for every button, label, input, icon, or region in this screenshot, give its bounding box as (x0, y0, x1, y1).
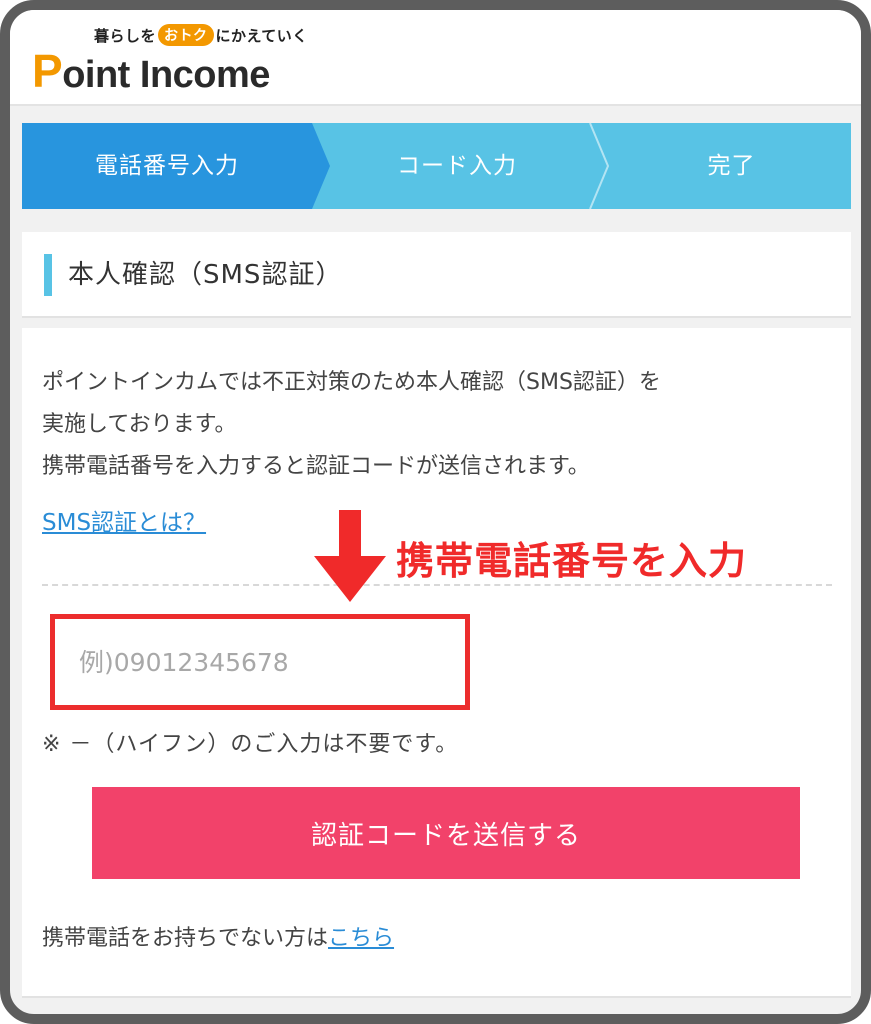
title-accent-bar (44, 254, 52, 296)
brand-rest: oint Income (62, 54, 270, 96)
site-header: 暮らしを おトク にかえていく Point Income (10, 10, 861, 106)
step-code-input: コード入力 (397, 153, 517, 179)
send-code-button[interactable]: 認証コードを送信する (92, 787, 800, 879)
progress-stepper: 電話番号入力 コード入力 完了 (22, 123, 851, 209)
description-line-3: 携帯電話番号を入力すると認証コードが送信されます。 (42, 454, 590, 479)
no-phone-text: 携帯電話をお持ちでない方はこちら (42, 920, 394, 952)
arrow-down-icon (314, 510, 386, 602)
point-income-logo[interactable]: 暮らしを おトク にかえていく Point Income (32, 24, 307, 98)
description-line-2: 実施しております。 (42, 412, 237, 437)
brand-name: Point Income (32, 44, 270, 98)
phone-number-input[interactable] (50, 614, 470, 710)
annotation-text: 携帯電話番号を入力 (396, 539, 748, 583)
tagline-badge: おトク (158, 24, 214, 46)
hyphen-note: ※ －（ハイフン）のご入力は不要です。 (42, 732, 459, 757)
no-phone-label: 携帯電話をお持ちでない方は (42, 926, 329, 951)
verification-card: ポイントインカムでは不正対策のため本人確認（SMS認証）を 実施しております。 … (22, 328, 851, 998)
logo-tagline: 暮らしを おトク にかえていく (94, 24, 308, 46)
sms-auth-info-link[interactable]: SMS認証とは？ (42, 503, 206, 537)
tagline-pre: 暮らしを (94, 26, 157, 45)
description-line-1: ポイントインカムでは不正対策のため本人確認（SMS認証）を (42, 370, 661, 395)
brand-initial: P (32, 45, 63, 97)
section-title-card: 本人確認（SMS認証） (22, 232, 851, 318)
description: ポイントインカムでは不正対策のため本人確認（SMS認証）を 実施しております。 … (42, 362, 842, 488)
page-title: 本人確認（SMS認証） (68, 260, 343, 290)
step-divider (589, 123, 610, 209)
step-complete: 完了 (707, 153, 756, 179)
no-phone-link[interactable]: こちら (328, 926, 394, 951)
device-frame: 暮らしを おトク にかえていく Point Income 電話番号入力 コード入力 … (0, 0, 871, 1024)
tagline-post: にかえていく (215, 26, 308, 45)
step-phone-input: 電話番号入力 (95, 153, 239, 179)
